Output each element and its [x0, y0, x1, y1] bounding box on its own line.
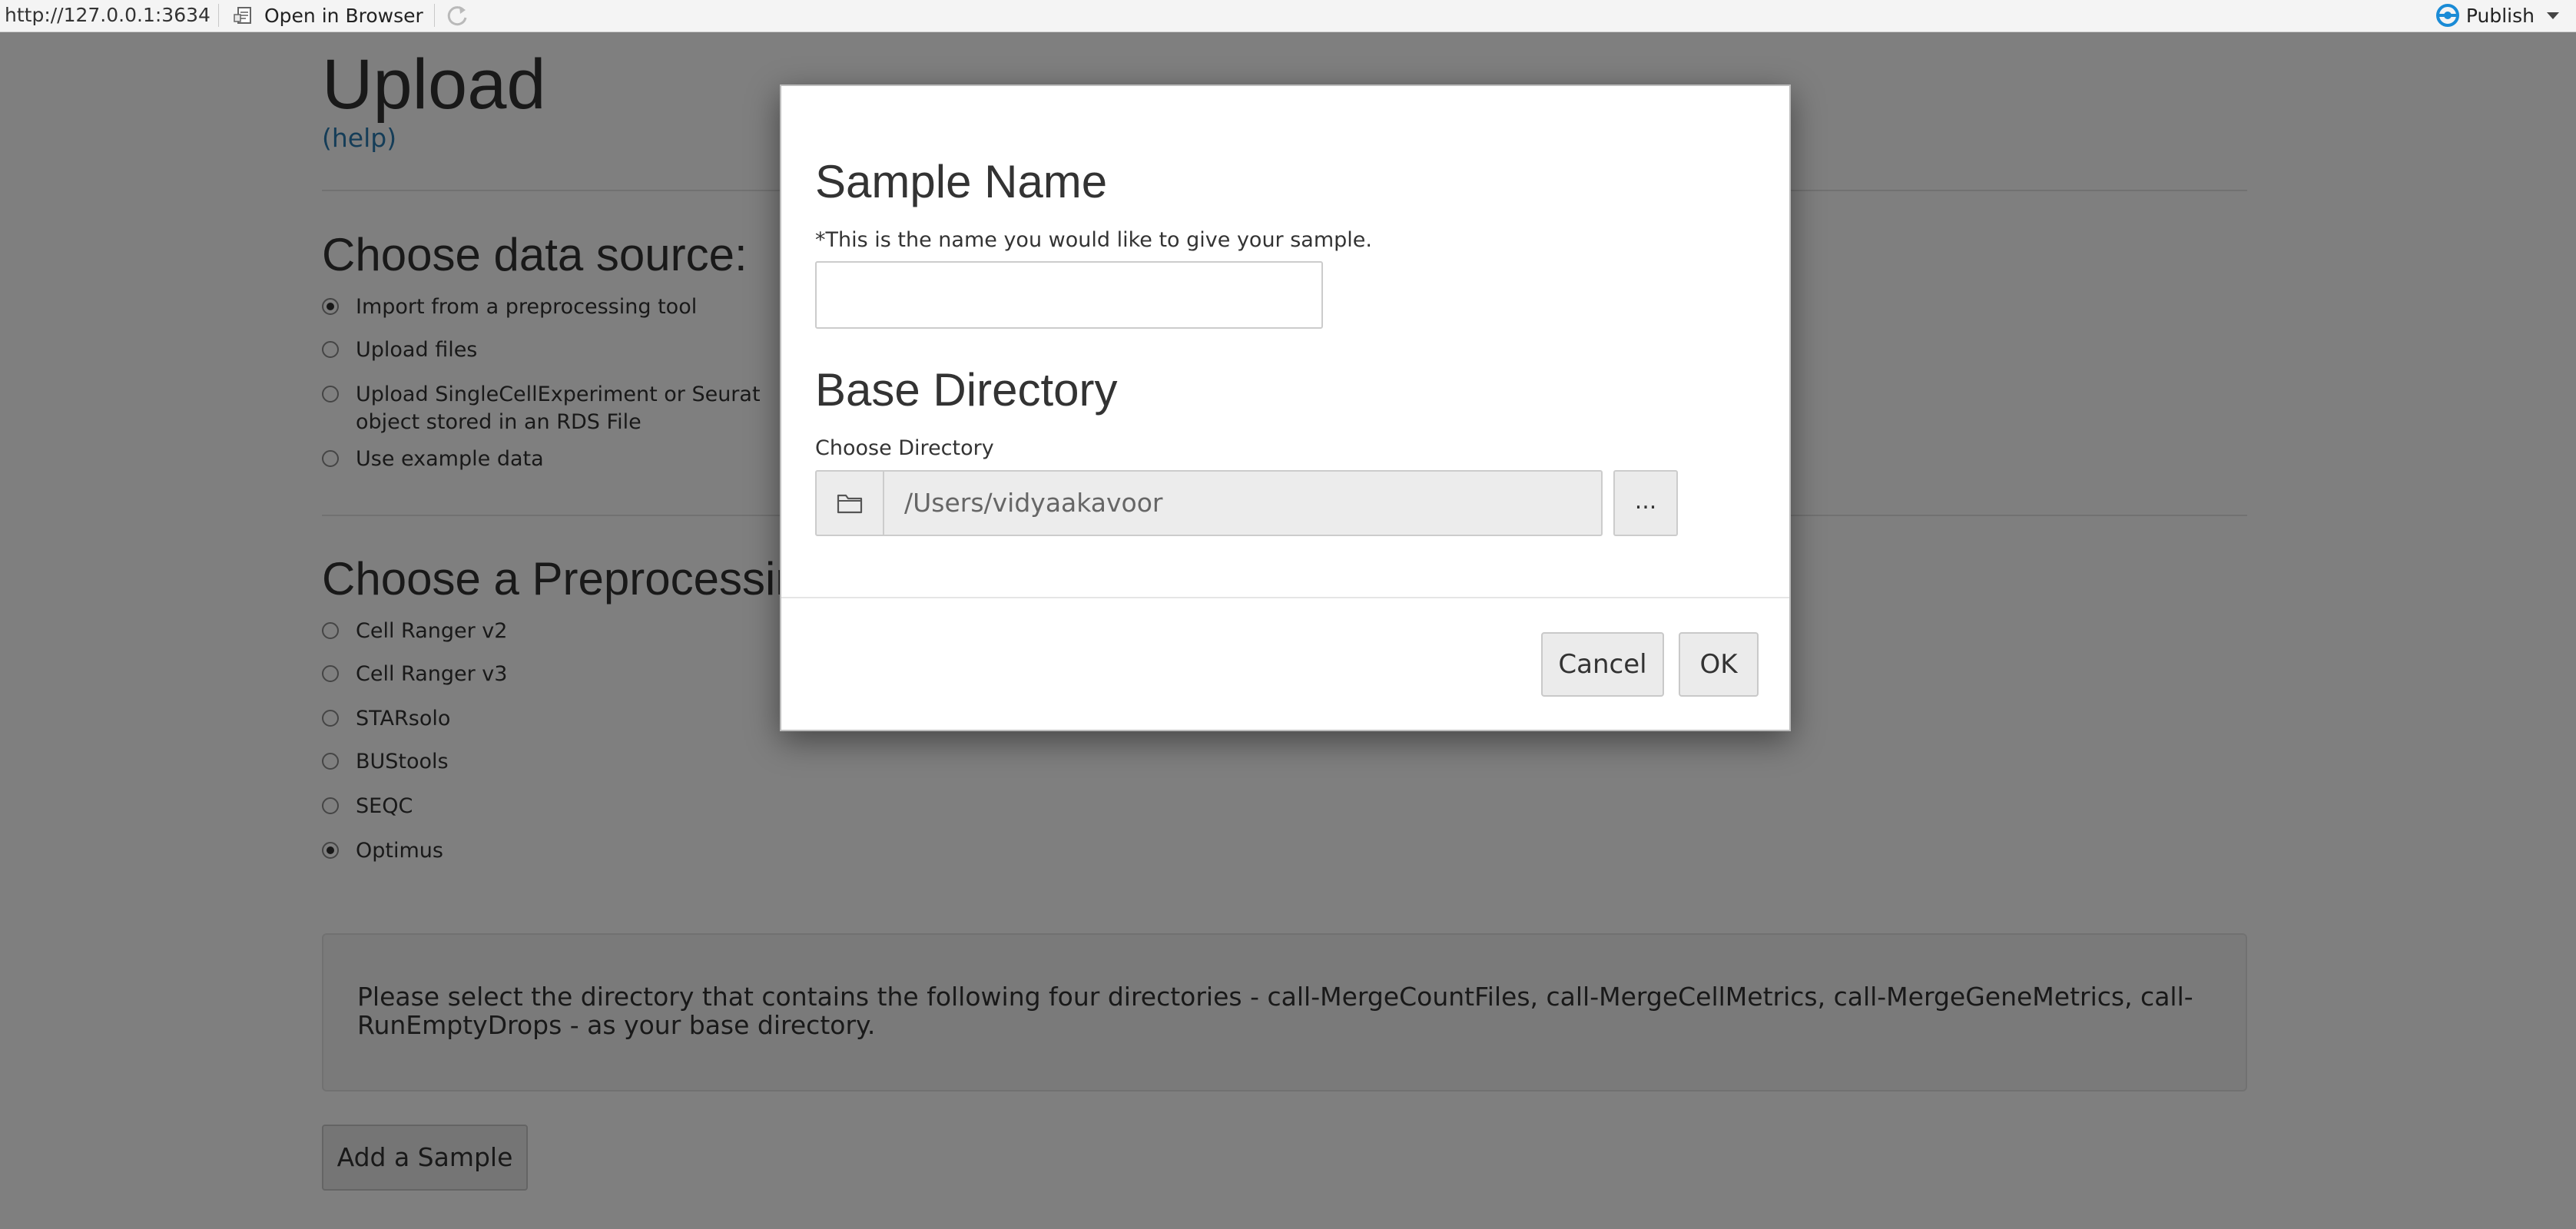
sample-name-input[interactable]	[815, 261, 1323, 329]
document-icon	[234, 6, 255, 25]
publish-button[interactable]: Publish	[2435, 2, 2559, 28]
modal-footer: Cancel OK	[781, 597, 1789, 731]
refresh-icon[interactable]	[444, 3, 470, 29]
choose-directory-label: Choose Directory	[815, 436, 994, 460]
browse-directory-button[interactable]: ...	[1613, 470, 1678, 536]
toolbar-divider	[218, 4, 219, 27]
directory-path: /Users/vidyaakavoor	[904, 488, 1163, 518]
base-directory-heading: Base Directory	[815, 364, 1118, 416]
sample-name-hint: *This is the name you would like to give…	[815, 228, 1372, 252]
viewer-toolbar: http://127.0.0.1:3634 Open in Browser Pu…	[0, 0, 2576, 32]
toolbar-divider	[434, 4, 435, 27]
open-in-browser-label: Open in Browser	[264, 4, 423, 27]
chevron-down-icon[interactable]	[2547, 12, 2559, 19]
open-in-browser-button[interactable]: Open in Browser	[234, 2, 423, 28]
publish-icon	[2435, 3, 2460, 28]
folder-icon	[817, 472, 884, 535]
cancel-button[interactable]: Cancel	[1541, 632, 1664, 697]
directory-field[interactable]: /Users/vidyaakavoor	[815, 470, 1603, 536]
publish-label: Publish	[2465, 4, 2535, 27]
add-sample-dialog: Sample Name *This is the name you would …	[780, 84, 1791, 731]
modal-body: Sample Name *This is the name you would …	[781, 86, 1789, 597]
sample-name-heading: Sample Name	[815, 156, 1108, 207]
ok-button[interactable]: OK	[1679, 632, 1759, 697]
url-display: http://127.0.0.1:3634	[5, 4, 211, 26]
